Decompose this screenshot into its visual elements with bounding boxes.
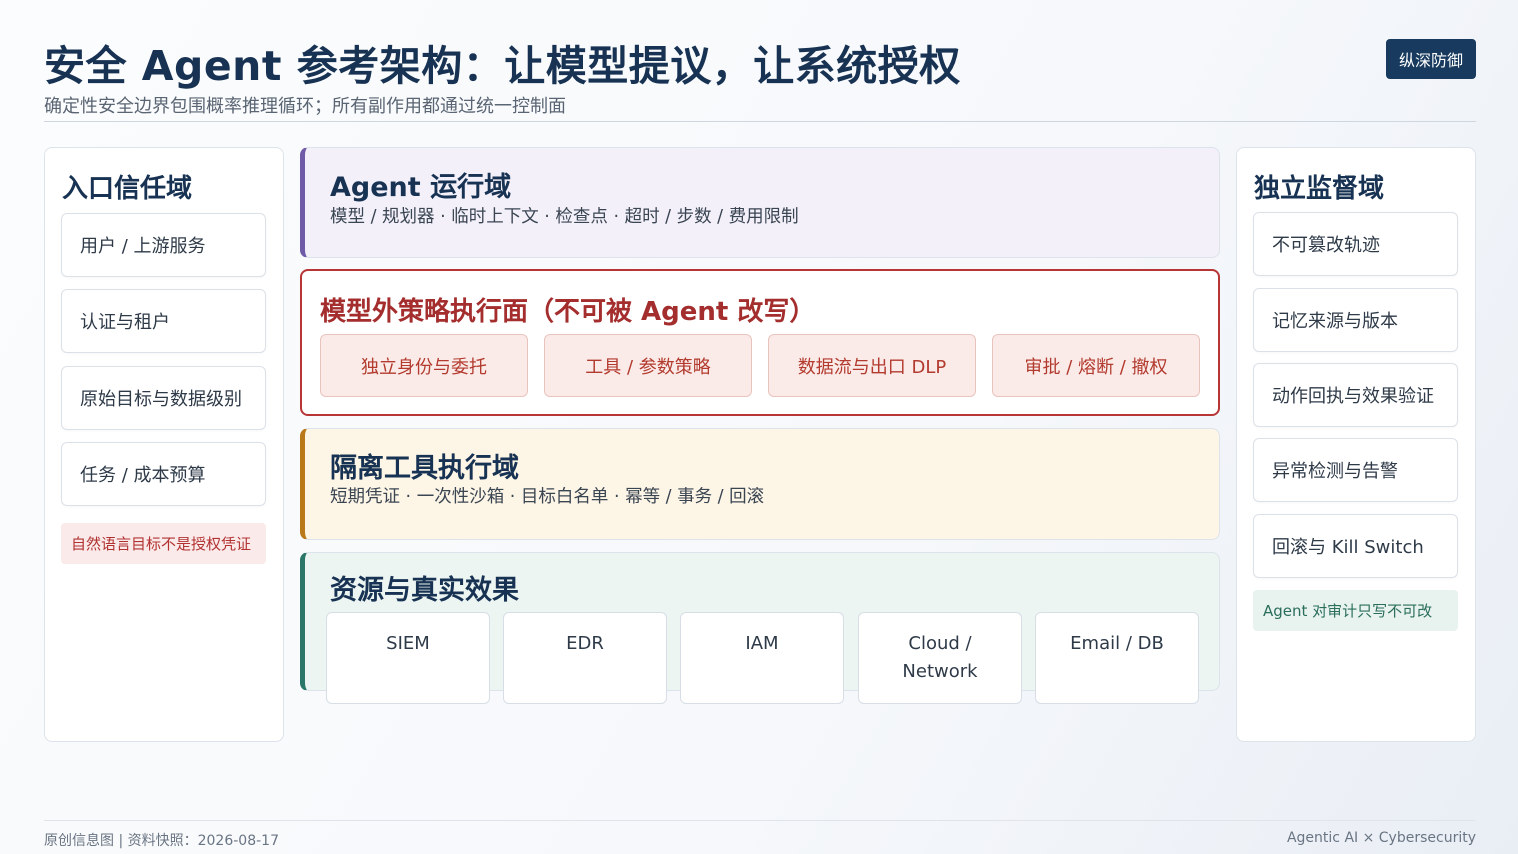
supervision-title: 独立监督域 bbox=[1254, 174, 1385, 204]
footer-source: 原创信息图 | 资料快照：2026-08-17 bbox=[44, 833, 279, 849]
resource-siem: SIEM bbox=[326, 612, 490, 704]
policy-item-approval: 审批 / 熔断 / 撤权 bbox=[992, 334, 1200, 397]
resource-iam: IAM bbox=[680, 612, 844, 704]
entry-note: 自然语言目标不是授权凭证 bbox=[61, 523, 266, 564]
footer-tagline: Agentic AI × Cybersecurity bbox=[1286, 830, 1476, 846]
page-subtitle: 确定性安全边界包围概率推理循环；所有副作用都通过统一控制面 bbox=[44, 96, 566, 117]
resource-email-db: Email / DB bbox=[1035, 612, 1199, 704]
runtime-title: Agent 运行域 bbox=[330, 172, 512, 203]
isolated-tools-domain: 隔离工具执行域 短期凭证 · 一次性沙箱 · 目标白名单 · 幂等 / 事务 /… bbox=[300, 428, 1220, 540]
runtime-description: 模型 / 规划器 · 临时上下文 · 检查点 · 超时 / 步数 / 费用限制 bbox=[330, 207, 799, 227]
supervision-domain: 独立监督域 不可篡改轨迹 记忆来源与版本 动作回执与效果验证 异常检测与告警 回… bbox=[1236, 147, 1476, 742]
entry-item-goal: 原始目标与数据级别 bbox=[61, 366, 266, 430]
policy-item-dlp: 数据流与出口 DLP bbox=[768, 334, 976, 397]
footer: 原创信息图 | 资料快照：2026-08-17 Agentic AI × Cyb… bbox=[44, 820, 1476, 849]
policy-item-tools: 工具 / 参数策略 bbox=[544, 334, 752, 397]
agent-runtime-domain: Agent 运行域 模型 / 规划器 · 临时上下文 · 检查点 · 超时 / … bbox=[300, 147, 1220, 258]
entry-trust-title: 入口信任域 bbox=[62, 174, 193, 204]
entry-item-auth: 认证与租户 bbox=[61, 289, 266, 353]
entry-item-budget: 任务 / 成本预算 bbox=[61, 442, 266, 506]
supervision-item-trace: 不可篡改轨迹 bbox=[1253, 212, 1458, 276]
policy-item-identity: 独立身份与委托 bbox=[320, 334, 528, 397]
resource-edr: EDR bbox=[503, 612, 667, 704]
supervision-item-rollback: 回滚与 Kill Switch bbox=[1253, 514, 1458, 578]
resources-domain: 资源与真实效果 SIEM EDR IAM Cloud / Network Ema… bbox=[300, 552, 1220, 704]
supervision-item-memory: 记忆来源与版本 bbox=[1253, 288, 1458, 352]
page-title: 安全 Agent 参考架构：让模型提议，让系统授权 bbox=[44, 42, 961, 90]
policy-title: 模型外策略执行面（不可被 Agent 改写） bbox=[320, 297, 816, 327]
defense-badge: 纵深防御 bbox=[1385, 39, 1476, 79]
entry-item-user: 用户 / 上游服务 bbox=[61, 213, 266, 277]
header: 安全 Agent 参考架构：让模型提议，让系统授权 确定性安全边界包围概率推理循… bbox=[44, 30, 1476, 122]
resource-cloud-network: Cloud / Network bbox=[858, 612, 1022, 704]
tools-title: 隔离工具执行域 bbox=[330, 453, 519, 484]
supervision-item-anomaly: 异常检测与告警 bbox=[1253, 438, 1458, 502]
supervision-item-receipt: 动作回执与效果验证 bbox=[1253, 363, 1458, 427]
tools-description: 短期凭证 · 一次性沙箱 · 目标白名单 · 幂等 / 事务 / 回滚 bbox=[330, 487, 765, 507]
entry-trust-domain: 入口信任域 用户 / 上游服务 认证与租户 原始目标与数据级别 任务 / 成本预… bbox=[44, 147, 284, 742]
resources-title: 资源与真实效果 bbox=[330, 575, 519, 606]
supervision-note: Agent 对审计只写不可改 bbox=[1253, 590, 1458, 631]
policy-enforcement-plane: 模型外策略执行面（不可被 Agent 改写） 独立身份与委托 工具 / 参数策略… bbox=[300, 269, 1220, 416]
